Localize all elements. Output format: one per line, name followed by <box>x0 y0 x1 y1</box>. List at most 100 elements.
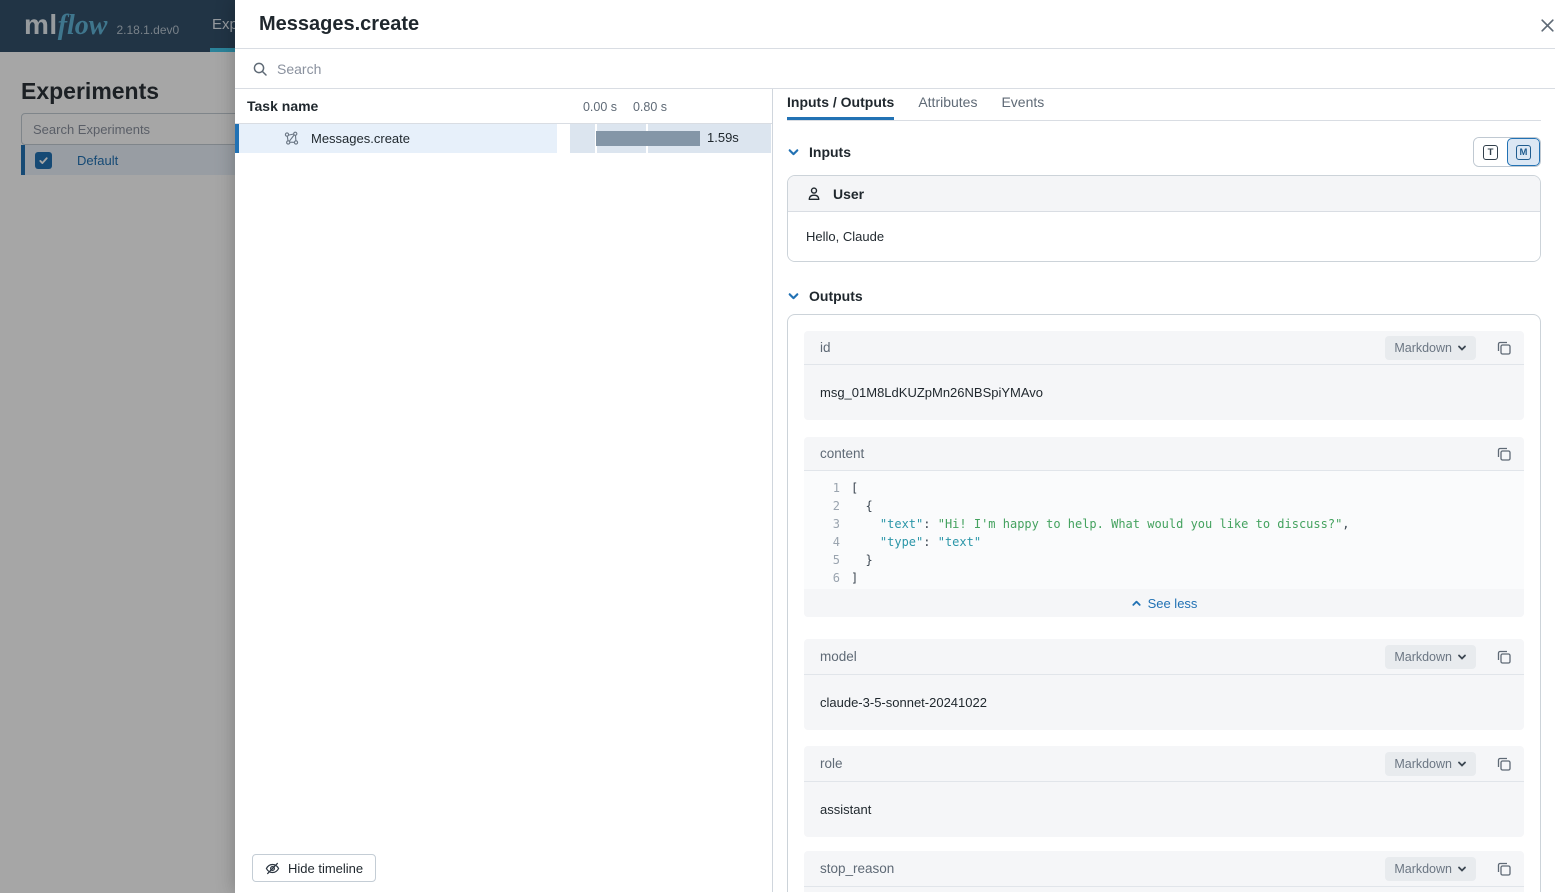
timeline-cell: 1.59s <box>557 124 772 153</box>
trace-search-input[interactable] <box>277 61 1555 77</box>
copy-button[interactable] <box>1496 340 1512 356</box>
field-role: role Markdown assista <box>804 746 1524 837</box>
text-view-button[interactable]: T <box>1474 138 1507 166</box>
field-label: stop_reason <box>820 861 894 876</box>
eye-off-icon <box>265 861 280 876</box>
chevron-up-icon <box>1131 598 1142 609</box>
copy-icon <box>1496 861 1512 877</box>
field-model-value: claude-3-5-sonnet-20241022 <box>804 675 1524 730</box>
field-role-header: role Markdown <box>804 746 1524 782</box>
markdown-view-icon: M <box>1516 145 1531 160</box>
renderer-select[interactable]: Markdown <box>1385 857 1476 881</box>
chevron-down-icon <box>1457 343 1467 353</box>
field-model-header: model Markdown <box>804 639 1524 675</box>
outputs-section-label: Outputs <box>809 288 863 304</box>
timeline-row-stripe: 1.59s <box>570 124 771 153</box>
user-message-text: Hello, Claude <box>788 212 1540 261</box>
user-card-title: User <box>833 186 864 202</box>
tab-attributes[interactable]: Attributes <box>918 89 977 120</box>
task-name-column-header: Task name <box>247 98 318 114</box>
field-content: content 1[ 2 { 3 "text": "Hi! I'm happy … <box>804 437 1524 617</box>
renderer-value: Markdown <box>1394 862 1452 876</box>
renderer-value: Markdown <box>1394 341 1452 355</box>
field-stop-reason-value <box>804 887 1524 892</box>
drawer-title: Messages.create <box>259 13 419 36</box>
markdown-view-button[interactable]: M <box>1507 138 1540 166</box>
duration-bar[interactable] <box>596 131 700 146</box>
renderer-select[interactable]: Markdown <box>1385 645 1476 669</box>
field-label: content <box>820 446 864 461</box>
copy-icon <box>1496 446 1512 462</box>
close-icon <box>1539 17 1555 34</box>
code-line: 5 } <box>804 551 1524 569</box>
duration-label: 1.59s <box>707 130 739 145</box>
timeline-tick-0: 0.00 s <box>579 100 621 114</box>
chevron-down-icon <box>1457 759 1467 769</box>
input-user-card: User Hello, Claude <box>787 175 1541 262</box>
field-id-value: msg_01M8LdKUZpMn26NBSpiYMAvo <box>804 365 1524 420</box>
chevron-down-icon <box>787 146 800 159</box>
hide-timeline-label: Hide timeline <box>288 861 363 876</box>
code-line: 2 { <box>804 497 1524 515</box>
tab-events[interactable]: Events <box>1001 89 1044 120</box>
field-id: id Markdown msg_01M8L <box>804 331 1524 420</box>
copy-icon <box>1496 756 1512 772</box>
outputs-card: id Markdown msg_01M8L <box>787 314 1541 892</box>
chevron-down-icon <box>1457 652 1467 662</box>
task-name-cell[interactable]: Messages.create <box>235 124 557 153</box>
outputs-collapse-chevron[interactable] <box>787 290 801 303</box>
content-code-block[interactable]: 1[ 2 { 3 "text": "Hi! I'm happy to help.… <box>804 471 1524 589</box>
task-name: Messages.create <box>311 131 410 146</box>
field-role-value: assistant <box>804 782 1524 837</box>
renderer-value: Markdown <box>1394 757 1452 771</box>
copy-icon <box>1496 649 1512 665</box>
copy-icon <box>1496 340 1512 356</box>
field-label: role <box>820 756 843 771</box>
text-view-icon: T <box>1483 145 1498 160</box>
copy-button[interactable] <box>1496 756 1512 772</box>
drawer-main: Task name 0.00 s 0.80 s Messages.create <box>235 89 1555 892</box>
task-tree-panel: Task name 0.00 s 0.80 s Messages.create <box>235 89 773 892</box>
timeline-tick-1: 0.80 s <box>629 100 671 114</box>
render-mode-toggle: T M <box>1473 137 1541 167</box>
search-icon <box>252 61 268 77</box>
inputs-section-label: Inputs <box>809 144 851 160</box>
copy-button[interactable] <box>1496 446 1512 462</box>
chevron-down-icon <box>1457 864 1467 874</box>
code-line: 3 "text": "Hi! I'm happy to help. What w… <box>804 515 1524 533</box>
task-panel-footer: Hide timeline <box>235 854 772 892</box>
field-stop-reason: stop_reason Markdown <box>804 851 1524 892</box>
tab-inputs-outputs[interactable]: Inputs / Outputs <box>787 89 894 120</box>
task-table-header: Task name 0.00 s 0.80 s <box>235 89 772 124</box>
user-icon <box>806 186 822 202</box>
user-card-header: User <box>788 176 1540 212</box>
trace-search-bar <box>235 48 1555 89</box>
field-stop-reason-header: stop_reason Markdown <box>804 851 1524 887</box>
see-less-button[interactable]: See less <box>804 589 1524 617</box>
trace-detail-drawer: Messages.create Task name 0.00 s 0.80 s <box>235 0 1555 893</box>
chevron-down-icon <box>787 290 800 303</box>
inputs-section-header: Inputs T M <box>787 137 1541 167</box>
hide-timeline-button[interactable]: Hide timeline <box>252 854 376 882</box>
field-label: id <box>820 340 831 355</box>
copy-button[interactable] <box>1496 861 1512 877</box>
field-id-header: id Markdown <box>804 331 1524 365</box>
see-less-label: See less <box>1148 596 1198 611</box>
span-type-icon <box>284 131 299 146</box>
task-row-messages-create[interactable]: Messages.create 1.59s <box>235 124 772 153</box>
drawer-header: Messages.create <box>235 0 1555 48</box>
code-line: 4 "type": "text" <box>804 533 1524 551</box>
renderer-select[interactable]: Markdown <box>1385 752 1476 776</box>
copy-button[interactable] <box>1496 649 1512 665</box>
app-root: ml flow 2.18.1.dev0 Exp Experiments Defa… <box>0 0 1555 893</box>
code-line: 6] <box>804 569 1524 587</box>
field-model: model Markdown claude <box>804 639 1524 730</box>
code-line: 1[ <box>804 479 1524 497</box>
detail-tab-bar: Inputs / Outputs Attributes Events <box>787 89 1541 121</box>
outputs-section-header: Outputs <box>787 282 1541 310</box>
close-button[interactable] <box>1534 14 1555 40</box>
inputs-collapse-chevron[interactable] <box>787 146 801 159</box>
renderer-select[interactable]: Markdown <box>1385 336 1476 360</box>
renderer-value: Markdown <box>1394 650 1452 664</box>
field-content-header: content <box>804 437 1524 471</box>
